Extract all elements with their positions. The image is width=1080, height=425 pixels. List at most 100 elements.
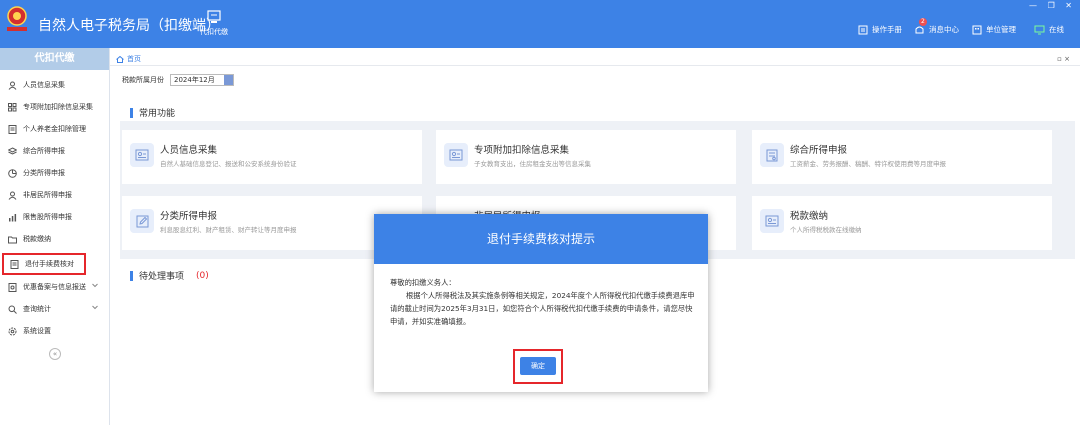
card-special-deduction[interactable]: 专项附加扣除信息采集 子女教育支出，住房租金支出等信息采集: [436, 130, 736, 184]
card-title: 专项附加扣除信息采集: [474, 145, 570, 156]
tax-period-select[interactable]: 2024年12月: [170, 74, 234, 86]
online-monitor-icon: [1034, 25, 1045, 34]
manual-button[interactable]: 操作手册: [858, 24, 902, 35]
pending-tasks-title: 待处理事项 (0): [130, 269, 209, 282]
pending-tasks-count: (0): [196, 270, 209, 281]
building-icon: [972, 25, 982, 34]
breadcrumb-home-label: 首页: [127, 55, 141, 63]
card-person-info[interactable]: 人员信息采集 自然人基础信息登记、报送和公安系统身份验证: [122, 130, 422, 184]
person-icon: [8, 81, 17, 90]
id-card-icon: [444, 143, 468, 167]
withholding-icon: [207, 10, 221, 23]
sidebar-item-label: 人员信息采集: [23, 81, 65, 89]
dialog-title: 退付手续费核对提示: [374, 214, 708, 264]
breadcrumb: 首页 ▫ ×: [110, 54, 1080, 66]
sidebar-item-label: 非居民所得申报: [23, 191, 72, 199]
sidebar-item-label: 专项附加扣除信息采集: [23, 103, 93, 111]
section-bar: [130, 107, 133, 118]
sidebar-collapse-button[interactable]: «: [49, 348, 61, 360]
folder-icon: [8, 236, 17, 243]
sidebar: 代扣代缴 人员信息采集 专项附加扣除信息采集 个人养老金扣除管理 综合所得申报 …: [0, 48, 110, 425]
sidebar-item-query-stats[interactable]: 查询统计: [0, 298, 110, 320]
report-icon: [760, 143, 784, 167]
dialog-message: 根据个人所得税法及其实施条例等相关规定，2024年度个人所得税代扣代缴手续费退库…: [390, 291, 695, 326]
tab-withholding[interactable]: 代扣代缴: [196, 10, 232, 37]
manual-label: 操作手册: [872, 25, 902, 34]
bar-chart-icon: [9, 213, 17, 221]
card-desc: 个人所得税税款在线缴纳: [790, 226, 862, 234]
app-title: 自然人电子税务局（扣缴端）: [38, 18, 220, 34]
message-badge: 2: [919, 17, 927, 26]
sidebar-item-classified-income[interactable]: 分类所得申报: [0, 162, 110, 184]
doc-icon: [10, 259, 19, 269]
card-title: 分类所得申报: [160, 211, 218, 222]
common-functions-header: 常用功能: [120, 101, 1075, 121]
sidebar-item-restricted-shares[interactable]: 限售股所得申报: [0, 206, 110, 228]
breadcrumb-home[interactable]: 首页: [116, 54, 141, 64]
card-title: 综合所得申报: [790, 145, 848, 156]
sidebar-item-pension[interactable]: 个人养老金扣除管理: [0, 118, 110, 140]
card-desc: 自然人基础信息登记、报送和公安系统身份验证: [160, 160, 297, 168]
ok-button-highlight: 确定: [513, 349, 563, 384]
tab-withholding-label: 代扣代缴: [200, 28, 228, 36]
section-bar: [130, 270, 133, 281]
tax-period-filter: 税款所属月份 2024年12月: [122, 74, 234, 86]
sidebar-item-label: 退付手续费核对: [25, 260, 74, 268]
app-header: 自然人电子税务局（扣缴端） 代扣代缴 — ❐ ✕ 操作手册 2 消息中心 单位管…: [0, 0, 1080, 48]
gear-icon: [8, 327, 17, 335]
tab-close-controls[interactable]: ▫ ×: [1057, 55, 1070, 63]
sidebar-heading: 代扣代缴: [0, 48, 109, 70]
window-controls[interactable]: — ❐ ✕: [1029, 1, 1076, 10]
sidebar-item-comprehensive-income[interactable]: 综合所得申报: [0, 140, 110, 162]
card-comprehensive-income[interactable]: 综合所得申报 工资薪金、劳务报酬、稿酬、特许权使用费等月度申报: [752, 130, 1052, 184]
sidebar-item-system-settings[interactable]: 系统设置: [0, 320, 110, 342]
ok-button[interactable]: 确定: [520, 357, 556, 375]
chevron-down-icon: [92, 305, 98, 310]
sidebar-item-label: 优惠备案与信息报送: [23, 283, 86, 291]
pending-tasks-label: 待处理事项: [139, 272, 185, 282]
card-title: 人员信息采集: [160, 145, 218, 156]
home-icon: [116, 55, 124, 63]
sidebar-item-person-info[interactable]: 人员信息采集: [0, 74, 110, 96]
online-label: 在线: [1049, 25, 1064, 34]
card-desc: 子女教育支出，住房租金支出等信息采集: [474, 160, 591, 168]
card-tax-payment[interactable]: 税款缴纳 个人所得税税款在线缴纳: [752, 196, 1052, 250]
stack-icon: [8, 146, 17, 155]
grid-icon: [8, 102, 17, 111]
tax-emblem-logo: [6, 6, 28, 32]
search-icon: [8, 305, 17, 314]
message-center-label: 消息中心: [929, 25, 959, 34]
sidebar-item-label: 查询统计: [23, 305, 51, 313]
dialog-body: 尊敬的扣缴义务人： 根据个人所得税法及其实施条例等相关规定，2024年度个人所得…: [374, 264, 708, 328]
doc-icon: [8, 124, 17, 134]
manual-icon: [858, 25, 868, 34]
sidebar-item-label: 分类所得申报: [23, 169, 65, 177]
edit-icon: [130, 209, 154, 233]
sidebar-item-label: 个人养老金扣除管理: [23, 125, 86, 133]
tax-period-label: 税款所属月份: [122, 76, 164, 84]
sidebar-item-fee-refund-check[interactable]: 退付手续费核对: [2, 253, 86, 275]
sidebar-item-non-resident[interactable]: 非居民所得申报: [0, 184, 110, 206]
message-center-button[interactable]: 2 消息中心: [914, 17, 959, 35]
unit-manage-label: 单位管理: [986, 25, 1016, 34]
refund-fee-check-dialog: 退付手续费核对提示 尊敬的扣缴义务人： 根据个人所得税法及其实施条例等相关规定，…: [374, 214, 708, 392]
bell-icon: [915, 26, 924, 33]
sidebar-item-special-deduction[interactable]: 专项附加扣除信息采集: [0, 96, 110, 118]
online-status[interactable]: 在线: [1034, 24, 1064, 35]
doc-icon: [8, 282, 17, 292]
sidebar-item-preferential-filing[interactable]: 优惠备案与信息报送: [0, 276, 110, 298]
calendar-dropdown-icon[interactable]: [224, 75, 233, 85]
dialog-greeting: 尊敬的扣缴义务人：: [390, 278, 456, 287]
sidebar-item-tax-payment[interactable]: 税款缴纳: [0, 228, 110, 250]
sidebar-item-label: 限售股所得申报: [23, 213, 72, 221]
pie-icon: [8, 168, 17, 178]
sidebar-item-label: 综合所得申报: [23, 147, 65, 155]
id-card-icon: [130, 143, 154, 167]
unit-manage-button[interactable]: 单位管理: [972, 24, 1016, 35]
sidebar-item-label: 税款缴纳: [23, 235, 51, 243]
card-desc: 工资薪金、劳务报酬、稿酬、特许权使用费等月度申报: [790, 160, 946, 168]
person-icon: [8, 191, 17, 200]
tax-period-value: 2024年12月: [174, 76, 215, 84]
card-desc: 利息股息红利、财产租赁、财产转让等月度申报: [160, 226, 297, 234]
card-title: 税款缴纳: [790, 211, 829, 222]
